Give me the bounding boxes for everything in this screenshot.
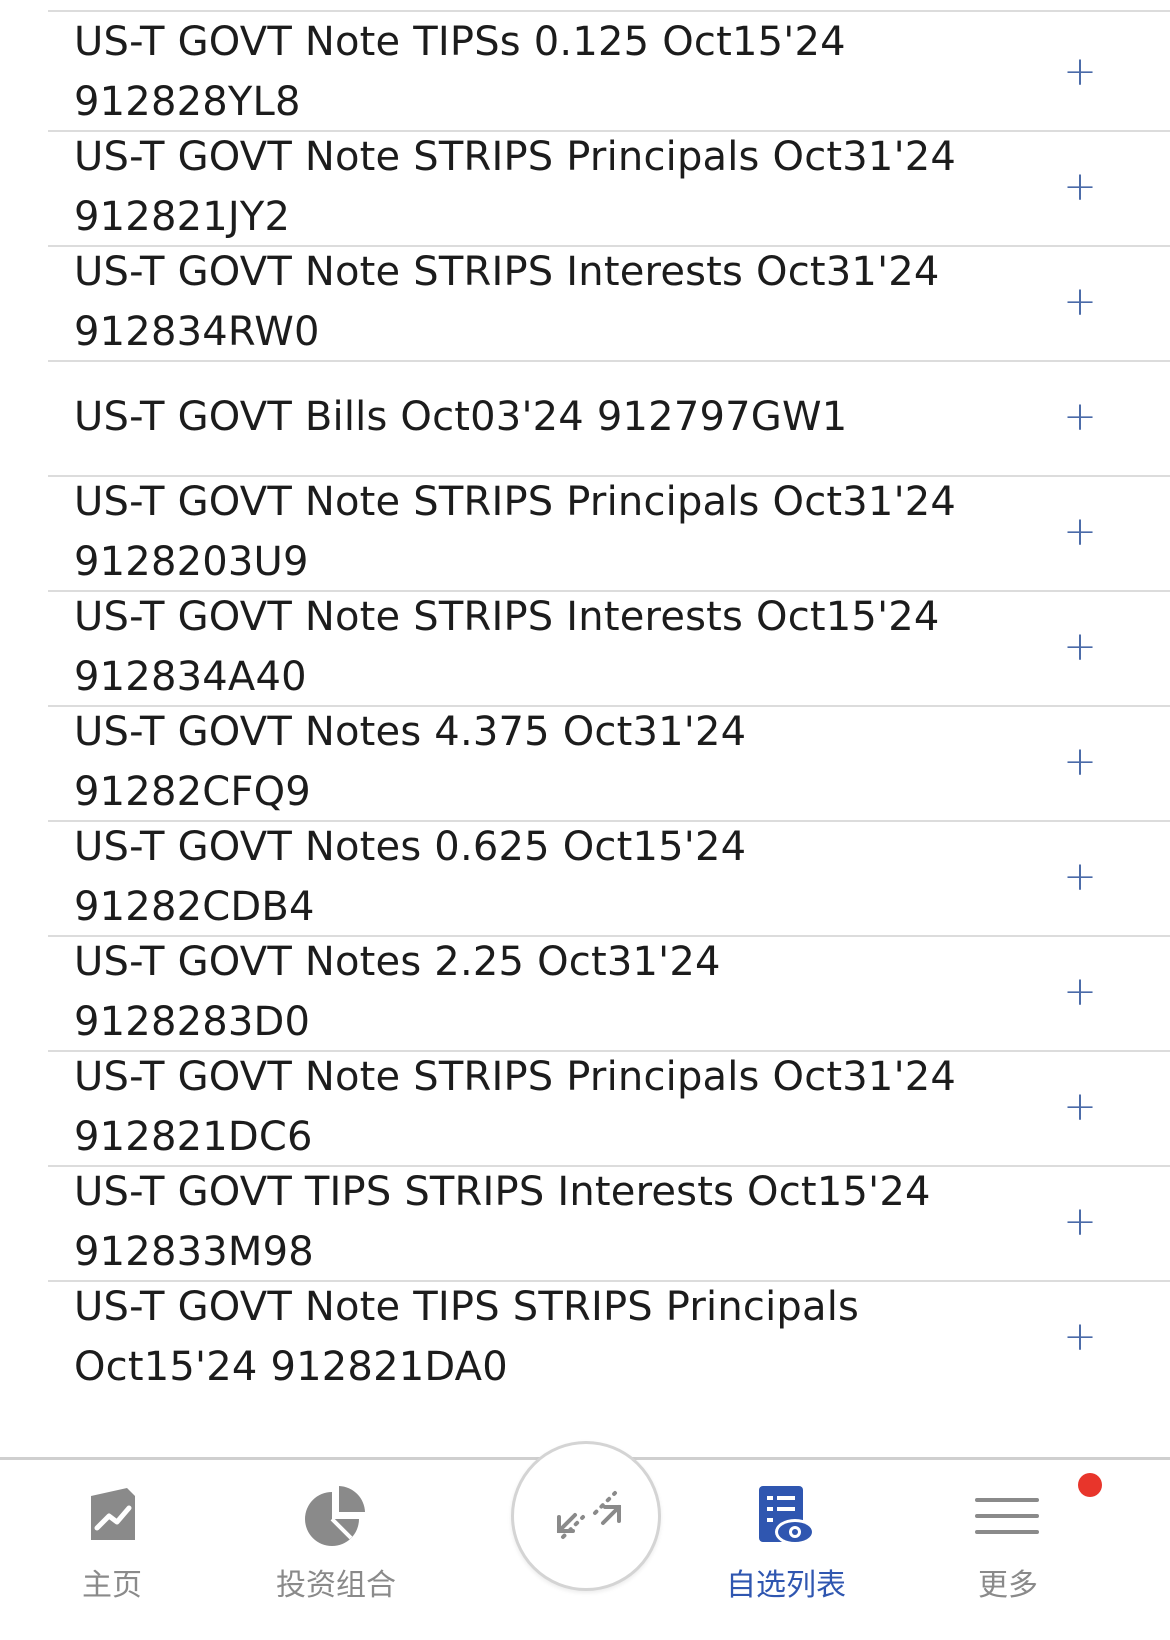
security-name: US-T GOVT Note TIPS STRIPS Principals Oct… <box>74 1284 860 1390</box>
security-name: US-T GOVT Note STRIPS Principals Oct31'2… <box>74 479 957 585</box>
add-to-watchlist-button[interactable]: + <box>1060 627 1100 667</box>
list-item[interactable]: US-T GOVT Note TIPSs 0.125 Oct15'24 91282… <box>0 12 1170 132</box>
add-to-watchlist-button[interactable]: + <box>1060 397 1100 437</box>
add-to-watchlist-button[interactable]: + <box>1060 1202 1100 1242</box>
list-item[interactable]: US-T GOVT Notes 0.625 Oct15'24 91282CDB4 … <box>0 817 1170 937</box>
list-item[interactable]: US-T GOVT Note TIPS STRIPS Principals Oct… <box>0 1277 1170 1397</box>
list-item[interactable]: US-T GOVT TIPS STRIPS Interests Oct15'24… <box>0 1162 1170 1282</box>
security-name: US-T GOVT Note STRIPS Principals Oct31'2… <box>74 1054 957 1160</box>
add-to-watchlist-button[interactable]: + <box>1060 857 1100 897</box>
expand-arrows-icon <box>557 1491 621 1539</box>
list-item[interactable]: US-T GOVT Note STRIPS Principals Oct31'2… <box>0 127 1170 247</box>
add-to-watchlist-button[interactable]: + <box>1060 1087 1100 1127</box>
security-name: US-T GOVT Note STRIPS Interests Oct15'24… <box>74 594 940 700</box>
add-to-watchlist-button[interactable]: + <box>1060 742 1100 782</box>
notification-badge <box>1078 1473 1102 1497</box>
list-item[interactable]: US-T GOVT Note STRIPS Interests Oct31'24… <box>0 242 1170 362</box>
hamburger-menu-icon <box>973 1482 1043 1552</box>
security-name: US-T GOVT Note STRIPS Interests Oct31'24… <box>74 249 940 355</box>
security-name: US-T GOVT Bills Oct03'24 912797GW1 <box>74 394 848 440</box>
add-to-watchlist-button[interactable]: + <box>1060 512 1100 552</box>
add-to-watchlist-button[interactable]: + <box>1060 1317 1100 1357</box>
expand-button[interactable] <box>511 1441 661 1591</box>
security-name: US-T GOVT Notes 0.625 Oct15'24 91282CDB4 <box>74 824 747 930</box>
list-item[interactable]: US-T GOVT Note STRIPS Principals Oct31'2… <box>0 472 1170 592</box>
security-name: US-T GOVT Note TIPSs 0.125 Oct15'24 91282… <box>74 19 846 125</box>
security-name: US-T GOVT TIPS STRIPS Interests Oct15'24… <box>74 1169 931 1275</box>
add-to-watchlist-button[interactable]: + <box>1060 282 1100 322</box>
watchlist-eye-icon <box>751 1482 821 1552</box>
security-name: US-T GOVT Notes 2.25 Oct31'24 9128283D0 <box>74 939 721 1045</box>
tab-watchlist-label: 自选列表 <box>726 1568 846 1603</box>
tab-portfolio[interactable]: 投资组合 <box>236 1460 436 1640</box>
security-name: US-T GOVT Note STRIPS Principals Oct31'2… <box>74 134 957 240</box>
list-item[interactable]: US-T GOVT Note STRIPS Principals Oct31'2… <box>0 1047 1170 1167</box>
add-to-watchlist-button[interactable]: + <box>1060 52 1100 92</box>
tab-home-label: 主页 <box>82 1568 142 1603</box>
chart-trend-icon <box>77 1482 147 1552</box>
tab-portfolio-label: 投资组合 <box>276 1568 396 1603</box>
list-item[interactable]: US-T GOVT Bills Oct03'24 912797GW1 + <box>0 357 1170 477</box>
add-to-watchlist-button[interactable]: + <box>1060 167 1100 207</box>
tab-home[interactable]: 主页 <box>12 1460 212 1640</box>
pie-chart-icon <box>301 1482 371 1552</box>
list-item[interactable]: US-T GOVT Note STRIPS Interests Oct15'24… <box>0 587 1170 707</box>
add-to-watchlist-button[interactable]: + <box>1060 972 1100 1012</box>
security-name: US-T GOVT Notes 4.375 Oct31'24 91282CFQ9 <box>74 709 747 815</box>
list-item[interactable]: US-T GOVT Notes 2.25 Oct31'24 9128283D0 + <box>0 932 1170 1052</box>
tab-more-label: 更多 <box>978 1568 1038 1603</box>
tab-watchlist[interactable]: 自选列表 <box>686 1460 886 1640</box>
list-item[interactable]: US-T GOVT Notes 4.375 Oct31'24 91282CFQ9 … <box>0 702 1170 822</box>
